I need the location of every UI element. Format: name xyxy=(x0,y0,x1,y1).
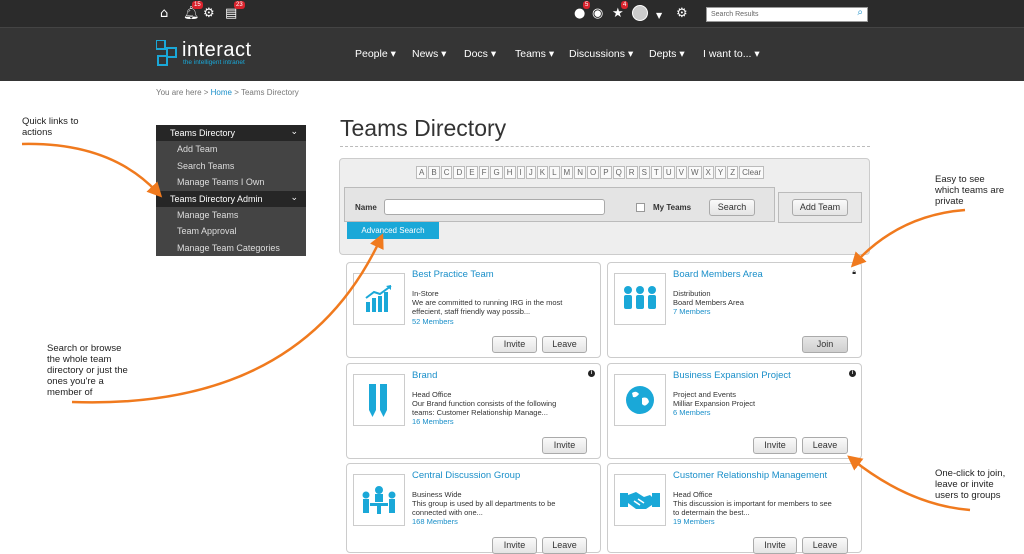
arrow-quick-links xyxy=(21,142,163,198)
arrow-private xyxy=(850,208,966,268)
annotation-arrows xyxy=(21,142,971,512)
arrow-search xyxy=(71,233,384,404)
arrow-one-click xyxy=(847,455,971,512)
